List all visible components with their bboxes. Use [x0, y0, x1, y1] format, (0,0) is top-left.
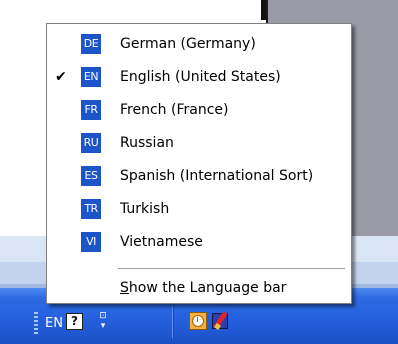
menu-item-label: English (United States): [120, 69, 281, 85]
language-badge: EN: [81, 67, 101, 87]
options-menu-icon[interactable]: ⊡ ▾: [96, 311, 110, 333]
menu-item-russian[interactable]: RU Russian: [47, 127, 351, 159]
menu-item-english[interactable]: ✔ EN English (United States): [47, 61, 351, 93]
menu-item-label: Russian: [120, 135, 174, 151]
clock-icon[interactable]: [189, 312, 207, 330]
options-glyph-bottom: ▾: [100, 321, 106, 331]
language-badge: FR: [81, 100, 101, 120]
help-icon[interactable]: ?: [66, 313, 83, 330]
menu-item-turkish[interactable]: TR Turkish: [47, 193, 351, 225]
mnemonic-letter: S: [120, 280, 129, 296]
menu-item-german[interactable]: DE German (Germany): [47, 28, 351, 60]
language-badge: VI: [81, 232, 101, 252]
check-icon: ✔: [55, 69, 67, 85]
language-bar-grip[interactable]: [34, 312, 38, 334]
help-glyph: ?: [71, 314, 78, 328]
menu-item-label-rest: how the Language bar: [128, 280, 287, 296]
menu-item-label: German (Germany): [120, 36, 256, 52]
menu-item-label: Vietnamese: [120, 234, 203, 250]
language-badge: TR: [81, 199, 101, 219]
menu-divider: [118, 268, 345, 270]
menu-item-label: French (France): [120, 102, 229, 118]
language-indicator[interactable]: EN: [45, 314, 63, 334]
menu-item-french[interactable]: FR French (France): [47, 94, 351, 126]
options-glyph-top: ⊡: [99, 311, 107, 321]
language-badge: RU: [81, 133, 101, 153]
pen-app-icon[interactable]: [212, 311, 232, 331]
language-badge: ES: [81, 166, 101, 186]
menu-item-label: Show the Language bar: [120, 278, 286, 298]
menu-item-spanish[interactable]: ES Spanish (International Sort): [47, 160, 351, 192]
language-menu: DE German (Germany) ✔ EN English (United…: [46, 23, 352, 304]
language-badge: DE: [81, 34, 101, 54]
menu-item-vietnamese[interactable]: VI Vietnamese: [47, 226, 351, 258]
show-language-bar-item[interactable]: Show the Language bar: [47, 272, 351, 304]
menu-item-label: Spanish (International Sort): [120, 168, 314, 184]
taskbar-separator: [172, 306, 174, 338]
menu-item-label: Turkish: [120, 201, 170, 217]
